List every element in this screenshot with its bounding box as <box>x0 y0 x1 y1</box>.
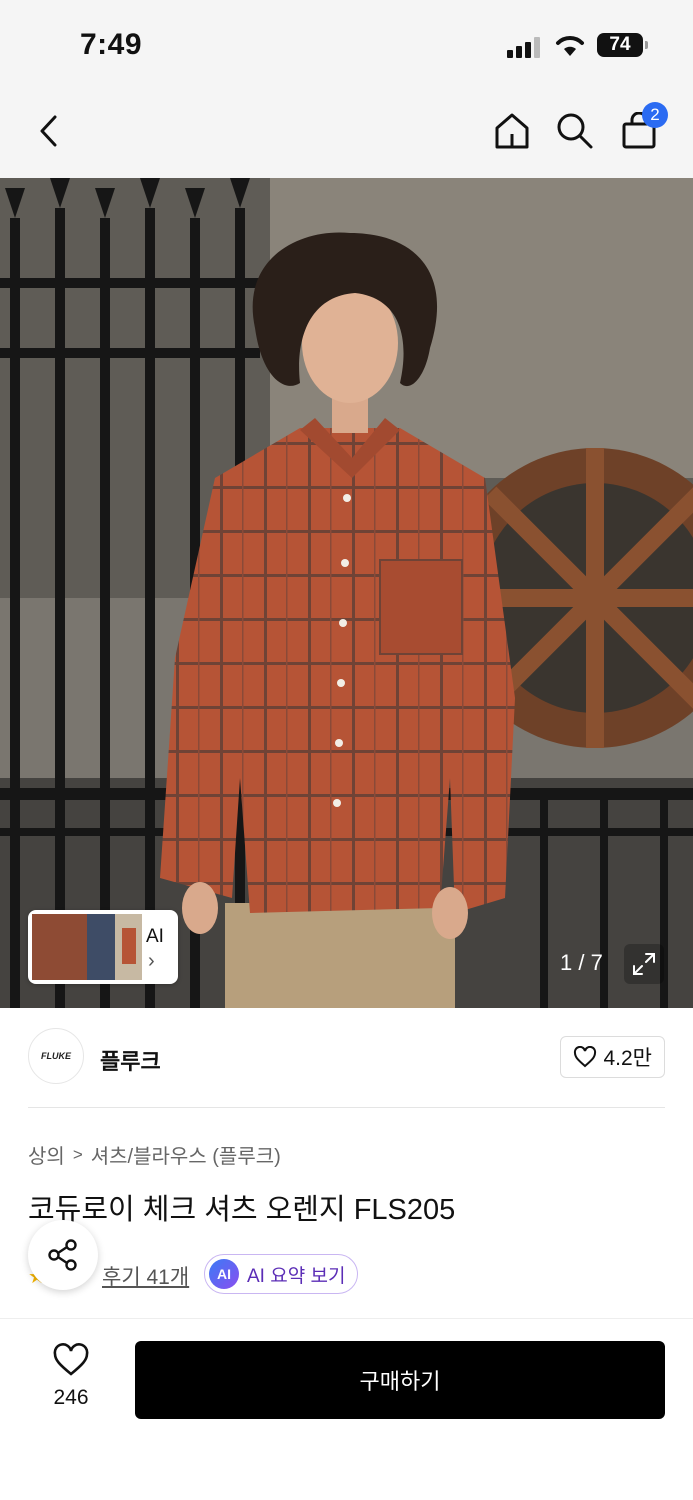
brand-favorite-button[interactable]: 4.2만 <box>560 1036 665 1078</box>
ai-badge-icon: AI <box>209 1259 239 1289</box>
heart-icon <box>53 1343 89 1376</box>
top-nav-bar: 2 <box>0 90 693 178</box>
wifi-icon <box>556 36 584 56</box>
chevron-right-icon: › <box>148 950 155 972</box>
ai-summary-label: AI 요약 보기 <box>247 1265 346 1287</box>
purchase-bar: 246 구매하기 <box>0 1318 693 1500</box>
expand-icon <box>633 953 655 975</box>
ai-styling-thumbnail[interactable]: AI › <box>28 910 178 984</box>
breadcrumb-category[interactable]: 상의 <box>28 1140 65 1169</box>
share-icon <box>48 1239 77 1271</box>
breadcrumb-separator: > <box>72 1144 83 1164</box>
product-photo <box>0 178 693 1008</box>
share-button[interactable] <box>28 1220 98 1290</box>
home-icon <box>495 113 529 149</box>
buy-button[interactable]: 구매하기 <box>135 1341 665 1419</box>
ai-thumbnail-images <box>32 914 142 980</box>
image-counter: 1 / 7 <box>560 950 603 975</box>
breadcrumb-subcategory[interactable]: 셔츠/블라우스 (플루크) <box>91 1140 281 1169</box>
search-button[interactable] <box>552 108 598 154</box>
status-time: 7:49 <box>80 28 143 61</box>
ai-summary-button[interactable]: AI AI 요약 보기 <box>204 1254 359 1294</box>
divider <box>28 1107 665 1108</box>
cart-button[interactable]: 2 <box>616 102 668 154</box>
home-button[interactable] <box>489 108 535 154</box>
back-button[interactable] <box>26 108 72 154</box>
heart-icon <box>574 1046 597 1068</box>
brand-favorite-count: 4.2만 <box>603 1047 652 1070</box>
brand-row: FLUKE 플루크 4.2만 <box>28 1028 665 1086</box>
brand-name[interactable]: 플루크 <box>100 1044 161 1076</box>
review-count-link[interactable]: 후기 41개 <box>102 1261 189 1291</box>
ai-thumbnail-label: AI <box>146 926 164 947</box>
breadcrumb: 상의 > 셔츠/블라우스 (플루크) <box>28 1140 281 1169</box>
brand-logo[interactable]: FLUKE <box>28 1028 84 1084</box>
product-title: 코듀로이 체크 셔츠 오렌지 FLS205 <box>28 1194 456 1226</box>
fullscreen-button[interactable] <box>624 944 664 984</box>
product-image-gallery[interactable] <box>0 178 693 1008</box>
like-count: 246 <box>53 1386 89 1409</box>
search-icon <box>557 113 593 149</box>
cart-count-badge: 2 <box>642 102 668 128</box>
cellular-signal-icon <box>507 36 543 58</box>
status-bar: 7:49 74 <box>0 0 693 90</box>
like-button[interactable]: 246 <box>40 1343 102 1410</box>
battery-icon: 74 <box>597 33 648 57</box>
chevron-left-icon <box>40 115 57 147</box>
brand-logo-text: FLUKE <box>41 1051 71 1061</box>
